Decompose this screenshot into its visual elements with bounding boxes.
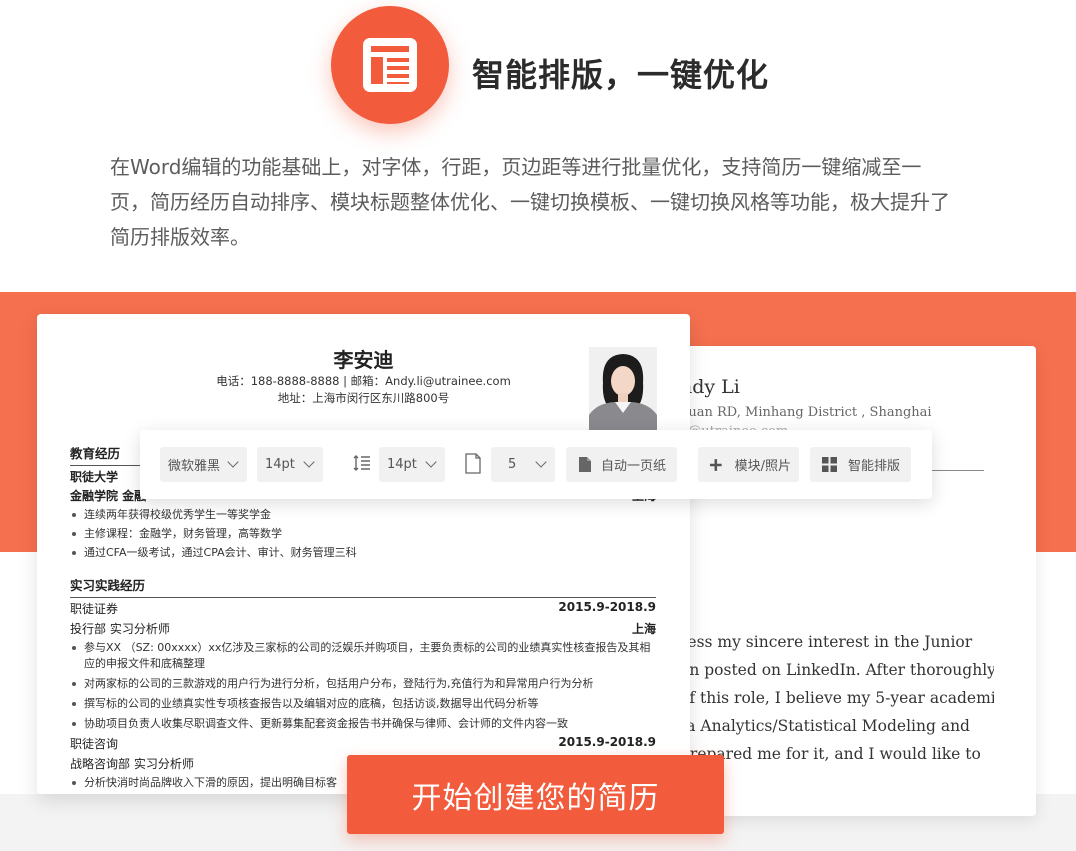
formatting-toolbar: 微软雅黑 14pt 14pt 5 自动一页纸 模块/照片 智能排版 xyxy=(140,430,932,499)
list-item: 连续两年获得校级优秀学生一等奖学金 xyxy=(72,507,656,523)
feature-title: 智能排版，一键优化 xyxy=(472,56,770,94)
section-internship: 实习实践经历 xyxy=(70,575,656,598)
font-family-value: 微软雅黑 xyxy=(168,459,221,474)
list-item: 协助项目负责人收集尽职调查文件、更新募集配套资金报告书并确保与律师、会计师的文件… xyxy=(72,716,656,732)
line-spacing-icon xyxy=(353,455,370,471)
list-item: 撰写标的公司的业绩真实性专项核查报告以及编辑对应的底稿，包括访谈,数据导出代码分… xyxy=(72,696,656,712)
school-name: 职徒大学 xyxy=(70,470,119,484)
chevron-down-icon xyxy=(535,456,547,468)
module-photo-button[interactable]: 模块/照片 xyxy=(698,447,799,482)
period: 2015.9-2018.9 xyxy=(558,600,656,614)
list-item: 参与XX （SZ: 00xxxx）xx亿涉及三家标的公司的泛娱乐并购项目，主要负… xyxy=(72,640,656,672)
module-photo-label: 模块/照片 xyxy=(734,459,791,474)
grid-icon xyxy=(822,457,837,472)
plus-icon xyxy=(709,458,722,471)
letter-line: prepared me for it, and I would like to xyxy=(680,745,981,763)
resume-preview-chinese: 李安迪 电话：188-8888-8888 | 邮箱：Andy.li@utrain… xyxy=(37,314,690,794)
feature-description: 在Word编辑的功能基础上，对字体，行距，页边距等进行批量优化，支持简历一键缩减… xyxy=(110,155,950,249)
company: 职徒证券 xyxy=(70,602,119,616)
resume-en-address: huan RD, Minhang District , Shanghai xyxy=(680,405,932,420)
letter-line: ta Analytics/Statistical Modeling and xyxy=(680,717,970,735)
letter-line: ress my sincere interest in the Junior xyxy=(680,633,973,651)
letter-line: of this role, I believe my 5-year academ… xyxy=(680,689,994,707)
document-layout-icon xyxy=(331,6,449,124)
font-family-select[interactable]: 微软雅黑 xyxy=(160,447,247,482)
role: 投行部 实习分析师 xyxy=(70,622,170,636)
job-row: 职徒证券 2015.9-2018.9 xyxy=(70,600,656,617)
role-row: 投行部 实习分析师 上海 xyxy=(70,620,656,637)
auto-one-page-button[interactable]: 自动一页纸 xyxy=(566,447,677,482)
list-item: 通过CFA一级考试，通过CPA会计、审计、财务管理三科 xyxy=(72,545,656,561)
page-icon xyxy=(579,457,591,472)
role: 战略咨询部 实习分析师 xyxy=(70,757,194,771)
letter-line: ame. xyxy=(680,768,994,796)
job-row: 职徒咨询 2015.9-2018.9 xyxy=(70,735,656,752)
letter-line: on posted on LinkedIn. After thoroughly xyxy=(680,661,994,679)
city: 上海 xyxy=(631,622,656,636)
major: 金融学院 金融 xyxy=(70,489,147,503)
line-spacing-select[interactable]: 14pt xyxy=(379,447,445,482)
smart-layout-label: 智能排版 xyxy=(848,459,901,474)
smart-layout-button[interactable]: 智能排版 xyxy=(810,447,911,482)
line-spacing-value: 14pt xyxy=(387,457,417,472)
font-size-value: 14pt xyxy=(265,457,295,472)
page-margin-icon xyxy=(465,453,481,474)
chevron-down-icon xyxy=(425,456,437,468)
list-item: 对两家标的公司的三款游戏的用户行为进行分析，包括用户分布，登陆行为,充值行为和异… xyxy=(72,676,656,692)
profile-photo xyxy=(589,347,657,431)
create-resume-button[interactable]: 开始创建您的简历 xyxy=(347,755,724,834)
list-item: 主修课程：金融学，财务管理，高等数学 xyxy=(72,526,656,542)
chevron-down-icon xyxy=(303,456,315,468)
resume-preview-english: ndy Li huan RD, Minhang District , Shang… xyxy=(640,346,1036,816)
company: 职徒咨询 xyxy=(70,737,119,751)
margin-value: 5 xyxy=(508,457,517,472)
margin-select[interactable]: 5 xyxy=(491,447,555,482)
chevron-down-icon xyxy=(227,456,239,468)
resume-en-letter-body: ress my sincere interest in the Junior o… xyxy=(680,628,994,796)
period: 2015.9-2018.9 xyxy=(558,735,656,749)
auto-one-page-label: 自动一页纸 xyxy=(601,459,667,474)
font-size-select[interactable]: 14pt xyxy=(257,447,323,482)
